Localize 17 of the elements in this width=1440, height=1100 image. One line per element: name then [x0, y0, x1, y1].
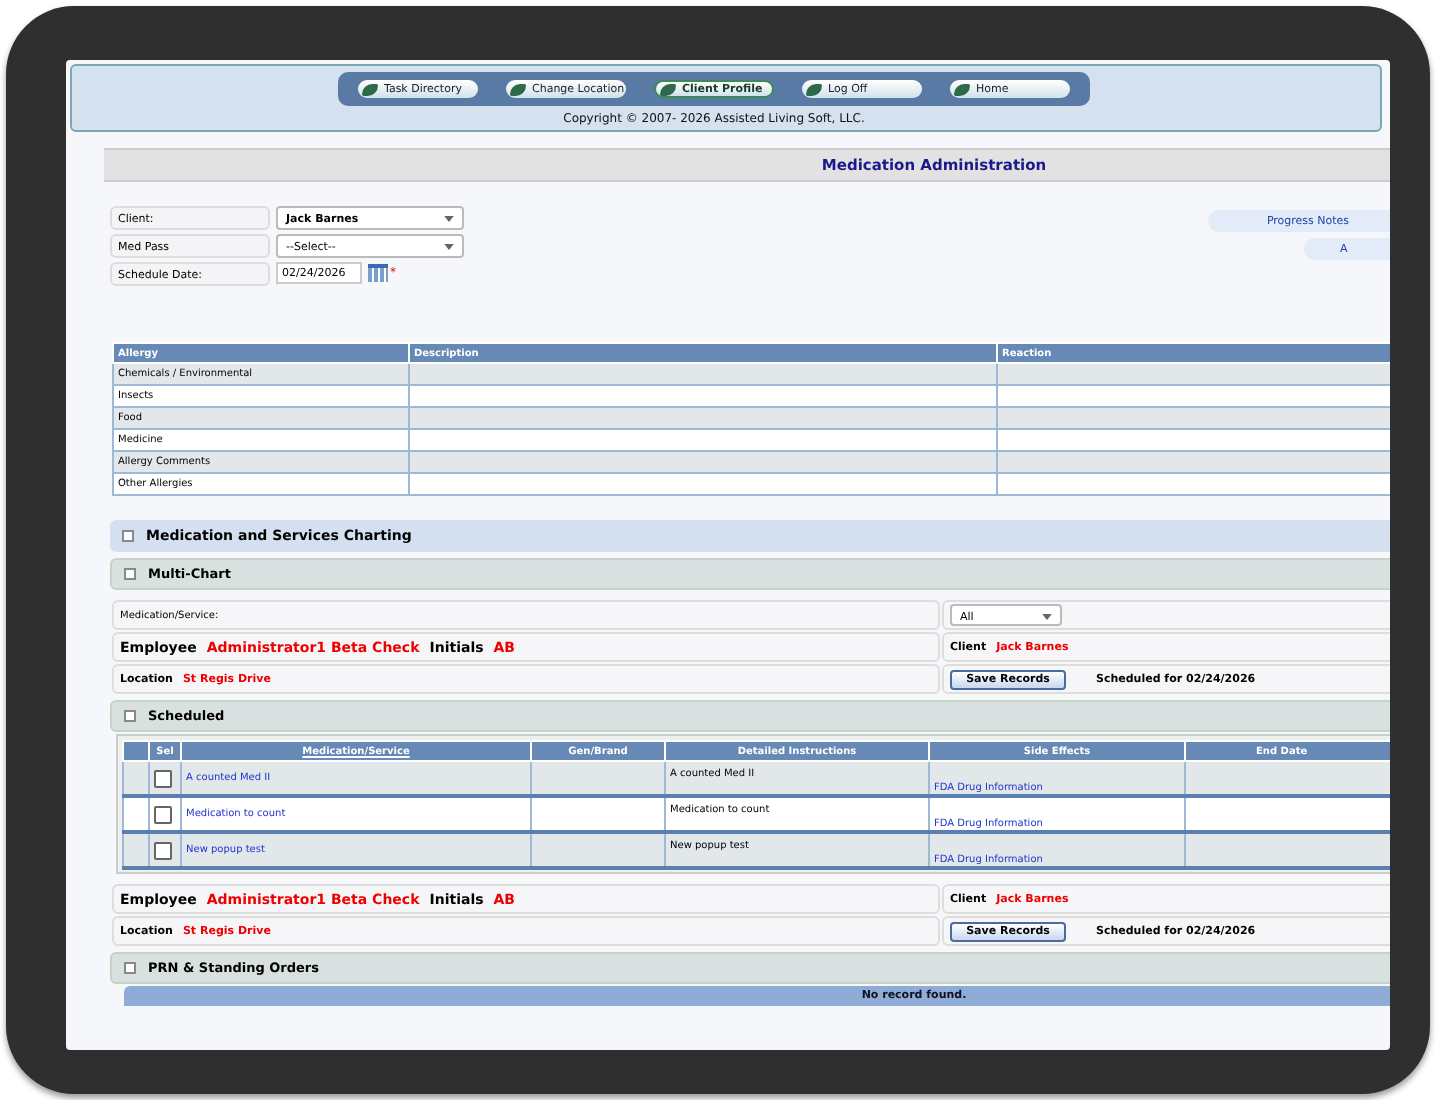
leaf-icon [954, 83, 970, 95]
leaf-icon [660, 83, 676, 95]
collapse-icon[interactable] [124, 710, 136, 722]
collapse-icon[interactable] [122, 530, 134, 542]
leaf-icon [362, 83, 378, 95]
leaf-icon [806, 83, 822, 95]
calendar-icon[interactable] [368, 264, 388, 282]
checkbox[interactable] [154, 805, 172, 823]
caret-icon [444, 215, 454, 221]
checkbox[interactable] [154, 769, 172, 787]
collapse-icon[interactable] [124, 962, 136, 974]
leaf-icon [510, 83, 526, 95]
caret-icon [1042, 614, 1052, 620]
caret-icon [444, 243, 454, 249]
collapse-icon[interactable] [124, 568, 136, 580]
checkbox[interactable] [154, 841, 172, 859]
column-header [123, 741, 149, 761]
